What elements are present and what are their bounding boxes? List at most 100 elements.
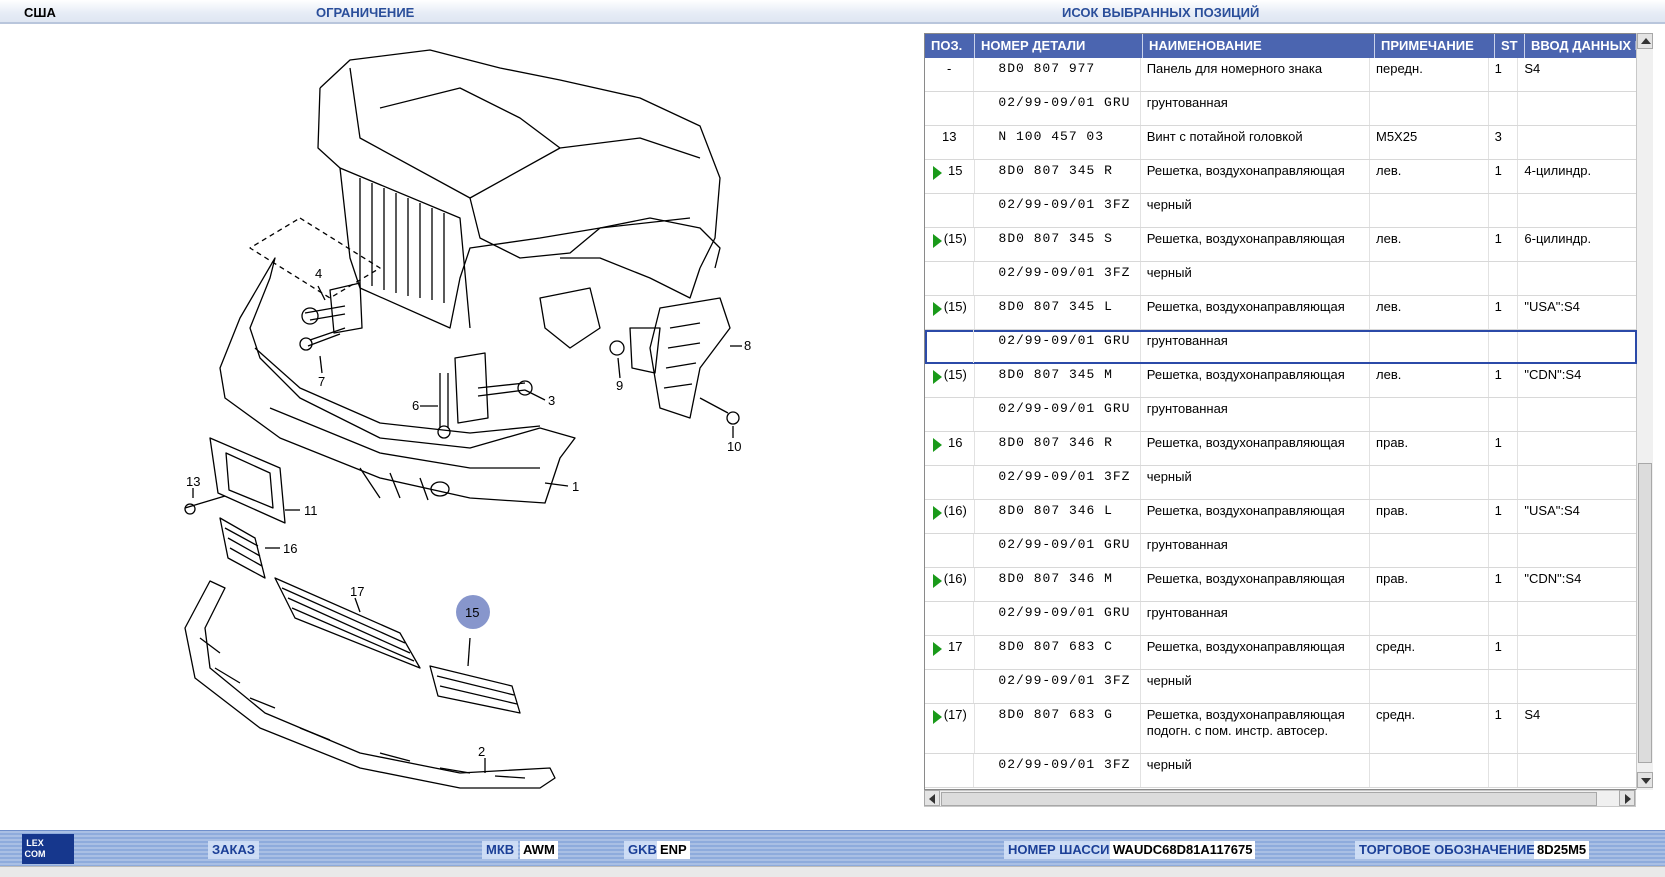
expand-arrow-icon[interactable] <box>933 506 942 520</box>
expand-arrow-icon[interactable] <box>933 438 942 452</box>
cell-part-number: 02/99-09/01 3FZ <box>974 262 1141 295</box>
cell-part-number-text: 8D0 807 346 M <box>998 571 1113 586</box>
callout-7[interactable]: 7 <box>318 374 325 389</box>
cell-st: 1 <box>1489 58 1519 91</box>
cell-name: Винт с потайной головкой <box>1141 126 1370 159</box>
callout-13[interactable]: 13 <box>186 474 200 489</box>
cell-pos <box>925 398 975 431</box>
cell-data-input: 4-цилиндр. <box>1518 160 1638 193</box>
cell-name-text: Решетка, воздухонаправляющая <box>1146 299 1345 314</box>
callout-15[interactable]: 15 <box>465 605 479 620</box>
order-button[interactable]: ЗАКАЗ <box>208 841 259 859</box>
cell-data-input <box>1518 330 1637 363</box>
vertical-scroll-thumb[interactable] <box>1638 463 1652 763</box>
table-row[interactable]: 02/99-09/01 GRU грунтованная <box>925 330 1637 364</box>
cell-note-text: прав. <box>1376 571 1409 586</box>
cell-name: Решетка, воздухонаправляющая <box>1141 160 1371 193</box>
table-row[interactable]: 02/99-09/01 3FZ черный <box>925 754 1637 788</box>
table-row[interactable]: 13 N 100 457 03 Винт с потайной головкой M5… <box>925 126 1637 160</box>
expand-arrow-icon[interactable] <box>933 370 942 384</box>
cell-part-number-text: 02/99-09/01 3FZ <box>998 673 1131 688</box>
callout-2[interactable]: 2 <box>478 744 485 759</box>
table-row[interactable]: - 8D0 807 977 Панель для номерного знака пе… <box>925 58 1637 92</box>
cell-pos: (16) <box>925 568 975 601</box>
table-row[interactable]: 17 8D0 807 683 C Решетка, воздухонаправляю… <box>925 636 1638 670</box>
callout-16[interactable]: 16 <box>283 541 297 556</box>
expand-arrow-icon[interactable] <box>933 166 942 180</box>
restriction-tab[interactable]: ОГРАНИЧЕНИЕ <box>316 5 414 20</box>
table-row[interactable]: (15) 8D0 807 345 L Решетка, воздухонаправл… <box>925 296 1638 330</box>
scroll-left-button[interactable] <box>924 790 940 806</box>
callout-6[interactable]: 6 <box>412 398 419 413</box>
table-row[interactable]: 02/99-09/01 3FZ черный <box>925 466 1637 500</box>
table-row[interactable]: (17) 8D0 807 683 G Решетка, воздухонаправл… <box>925 704 1638 754</box>
col-header-st[interactable]: ST <box>1495 34 1525 58</box>
cell-part-number: 8D0 807 346 R <box>975 432 1141 465</box>
table-row[interactable]: 15 8D0 807 345 R Решетка, воздухонаправляю… <box>925 160 1638 194</box>
cell-note-text: M5X25 <box>1375 129 1418 144</box>
cell-st: 1 <box>1489 228 1519 261</box>
cell-data-input <box>1518 602 1637 635</box>
table-row[interactable]: 02/99-09/01 3FZ черный <box>925 194 1637 228</box>
col-header-data-input[interactable]: ВВОД ДАННЫХ ПО <box>1525 34 1645 58</box>
expand-arrow-icon[interactable] <box>933 642 942 656</box>
callout-4[interactable]: 4 <box>315 266 322 281</box>
cell-pos-text: (15) <box>943 299 967 314</box>
scroll-down-button[interactable] <box>1637 772 1653 788</box>
table-row[interactable]: 02/99-09/01 GRU грунтованная <box>925 92 1637 126</box>
table-row[interactable]: (16) 8D0 807 346 M Решетка, воздухонаправл… <box>925 568 1638 602</box>
mkb-label: МКВ <box>482 841 519 859</box>
cell-pos: (15) <box>925 296 975 329</box>
arrow-down-icon <box>1641 778 1651 784</box>
cell-data-input: "CDN":S4 <box>1518 568 1638 601</box>
expand-arrow-icon[interactable] <box>933 302 942 316</box>
table-row[interactable]: 02/99-09/01 3FZ черный <box>925 670 1637 704</box>
expand-arrow-icon[interactable] <box>933 574 942 588</box>
arrow-right-icon <box>1625 794 1631 804</box>
scroll-up-button[interactable] <box>1637 33 1653 49</box>
horizontal-scroll-thumb[interactable] <box>941 792 1597 806</box>
callout-10[interactable]: 10 <box>727 439 741 454</box>
table-row[interactable]: (16) 8D0 807 346 L Решетка, воздухонаправл… <box>925 500 1638 534</box>
cell-data-input: 6-цилиндр. <box>1518 228 1638 261</box>
col-header-name[interactable]: НАИМЕНОВАНИЕ <box>1143 34 1375 58</box>
country-label[interactable]: США <box>24 5 56 20</box>
expand-arrow-icon[interactable] <box>933 710 942 724</box>
cell-part-number-text: 8D0 807 346 R <box>998 435 1113 450</box>
cell-note-text: средн. <box>1376 707 1416 722</box>
cell-st <box>1489 754 1519 787</box>
cell-st: 1 <box>1489 296 1519 329</box>
callout-11[interactable]: 11 <box>304 503 318 518</box>
cell-data-input-text: "USA":S4 <box>1524 299 1580 314</box>
cell-data-input-text: "CDN":S4 <box>1524 571 1582 586</box>
callout-1[interactable]: 1 <box>572 479 579 494</box>
table-row[interactable]: (15) 8D0 807 345 S Решетка, воздухонаправл… <box>925 228 1638 262</box>
parts-diagram[interactable]: 4 7 6 3 8 9 10 1 13 11 16 17 15 2 <box>0 28 912 828</box>
scroll-right-button[interactable] <box>1619 790 1635 806</box>
cell-note: M5X25 <box>1370 126 1489 159</box>
callout-8[interactable]: 8 <box>744 338 751 353</box>
cell-part-number-text: 8D0 807 345 R <box>998 163 1113 178</box>
callout-9[interactable]: 9 <box>616 378 623 393</box>
selected-list-tab[interactable]: ИСОК ВЫБРАННЫХ ПОЗИЦИЙ <box>1062 5 1259 20</box>
table-row[interactable]: 02/99-09/01 GRU грунтованная <box>925 534 1637 568</box>
cell-data-input <box>1518 754 1637 787</box>
vertical-scrollbar[interactable] <box>1636 33 1653 790</box>
expand-arrow-icon[interactable] <box>933 234 942 248</box>
cell-st-text: 1 <box>1494 231 1502 246</box>
col-header-note[interactable]: ПРИМЕЧАНИЕ <box>1375 34 1495 58</box>
table-row[interactable]: 02/99-09/01 GRU грунтованная <box>925 602 1637 636</box>
cell-data-input <box>1518 262 1637 295</box>
table-row[interactable]: 16 8D0 807 346 R Решетка, воздухонаправляю… <box>925 432 1638 466</box>
table-row[interactable]: (15) 8D0 807 345 M Решетка, воздухонаправл… <box>925 364 1638 398</box>
col-header-part-number[interactable]: НОМЕР ДЕТАЛИ <box>975 34 1143 58</box>
table-row[interactable]: 02/99-09/01 3FZ черный <box>925 262 1637 296</box>
col-header-pos[interactable]: ПОЗ. <box>925 34 975 58</box>
table-row[interactable]: 02/99-09/01 GRU грунтованная <box>925 398 1637 432</box>
callout-17[interactable]: 17 <box>350 584 364 599</box>
cell-pos-text: (16) <box>943 571 967 586</box>
cell-note <box>1370 754 1489 787</box>
horizontal-scrollbar[interactable] <box>924 790 1636 807</box>
callout-3[interactable]: 3 <box>548 393 555 408</box>
cell-name-text: Решетка, воздухонаправляющая <box>1146 571 1345 586</box>
